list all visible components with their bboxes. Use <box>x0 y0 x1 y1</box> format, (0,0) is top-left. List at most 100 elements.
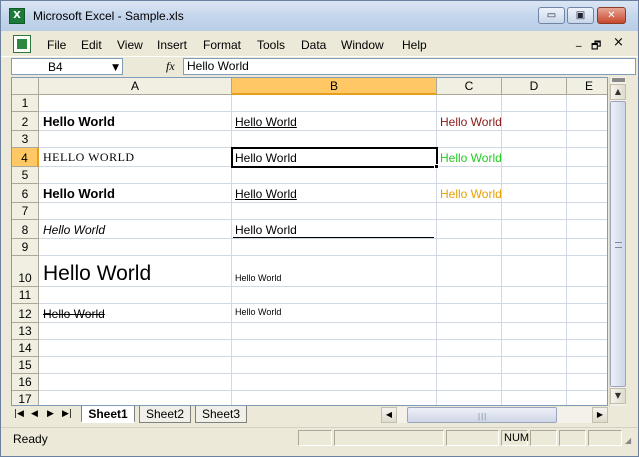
menu-bar: File Edit View Insert Format Tools Data … <box>1 31 638 57</box>
cell-a4[interactable]: HELLO WORLD <box>40 148 135 167</box>
row-header-1[interactable]: 1 <box>12 95 39 112</box>
name-box-value: B4 <box>48 60 63 74</box>
row-header-17[interactable]: 17 <box>12 391 39 405</box>
grip-icon <box>615 242 622 248</box>
doc-close-button[interactable]: × <box>613 35 624 50</box>
minimize-button[interactable]: ▭ <box>538 7 565 24</box>
horizontal-scrollbar[interactable]: ◀ ||| ▶ <box>381 407 608 423</box>
first-sheet-icon[interactable]: |◀ <box>14 409 24 419</box>
doc-minimize-button[interactable]: _ <box>576 34 582 47</box>
horizontal-scroll-thumb[interactable]: ||| <box>407 407 557 423</box>
gridline <box>566 95 567 405</box>
row-header-2[interactable]: 2 <box>12 112 39 131</box>
row-header-16[interactable]: 16 <box>12 374 39 391</box>
status-ready: Ready <box>13 432 48 446</box>
tab-sheet2[interactable]: Sheet2 <box>139 406 191 423</box>
excel-app-icon[interactable]: X <box>9 8 25 24</box>
gridline <box>39 373 607 374</box>
close-button[interactable]: ✕ <box>597 7 626 24</box>
cell-b12[interactable]: Hello World <box>232 300 281 319</box>
menu-insert[interactable]: Insert <box>157 38 187 52</box>
status-panel <box>334 430 444 446</box>
worksheet-grid[interactable]: A B C D E 1 2 3 4 5 6 7 8 9 10 11 12 13 … <box>11 77 608 406</box>
doc-restore-button[interactable]: 🗗 <box>591 37 601 56</box>
name-box[interactable]: B4 ▼ <box>11 58 123 75</box>
cell-a10[interactable]: Hello World <box>40 256 151 287</box>
cell-b10[interactable]: Hello World <box>232 256 281 287</box>
row-header-9[interactable]: 9 <box>12 239 39 256</box>
status-panel <box>588 430 622 446</box>
column-header-c[interactable]: C <box>437 78 502 95</box>
column-header-b[interactable]: B <box>232 78 437 95</box>
formula-input[interactable]: Hello World <box>183 58 636 75</box>
status-panel <box>530 430 557 446</box>
next-sheet-icon[interactable]: ▶ <box>47 409 54 419</box>
row-header-15[interactable]: 15 <box>12 357 39 374</box>
menu-data[interactable]: Data <box>301 38 326 52</box>
status-bar: Ready NUM ◢ <box>1 427 638 449</box>
cell-a12[interactable]: Hello World <box>40 304 105 323</box>
maximize-button[interactable]: ▣ <box>567 7 594 24</box>
fx-icon[interactable]: fx <box>166 59 175 74</box>
menu-view[interactable]: View <box>117 38 143 52</box>
gridline <box>436 95 437 405</box>
excel-window: X Microsoft Excel - Sample.xls ▭ ▣ ✕ Fil… <box>0 0 639 457</box>
row-header-7[interactable]: 7 <box>12 203 39 220</box>
cell-a2[interactable]: Hello World <box>40 112 115 131</box>
cell-a8[interactable]: Hello World <box>40 220 105 239</box>
resize-grip-icon[interactable]: ◢ <box>625 436 631 445</box>
menu-help[interactable]: Help <box>402 38 427 52</box>
gridline <box>39 339 607 340</box>
window-title: Microsoft Excel - Sample.xls <box>33 9 184 23</box>
row-header-4[interactable]: 4 <box>12 148 39 167</box>
cell-b2[interactable]: Hello World <box>232 112 297 131</box>
row-header-5[interactable]: 5 <box>12 167 39 184</box>
row-header-10[interactable]: 10 <box>12 256 39 287</box>
cell-b6[interactable]: Hello World <box>232 184 297 203</box>
gridline <box>39 390 607 391</box>
row-header-13[interactable]: 13 <box>12 323 39 340</box>
title-bar[interactable]: X Microsoft Excel - Sample.xls ▭ ▣ ✕ <box>1 1 638 31</box>
chevron-down-icon[interactable]: ▼ <box>112 63 119 73</box>
gridline <box>39 202 607 203</box>
gridline <box>39 111 607 112</box>
menu-window[interactable]: Window <box>341 38 384 52</box>
row-header-3[interactable]: 3 <box>12 131 39 148</box>
tab-sheet3[interactable]: Sheet3 <box>195 406 247 423</box>
prev-sheet-icon[interactable]: ◀ <box>31 409 38 419</box>
vertical-scroll-thumb[interactable] <box>610 101 626 387</box>
cell-a6[interactable]: Hello World <box>40 184 115 203</box>
scroll-right-icon[interactable]: ▶ <box>592 407 608 423</box>
column-header-d[interactable]: D <box>502 78 567 95</box>
column-header-a[interactable]: A <box>39 78 232 95</box>
row-header-8[interactable]: 8 <box>12 220 39 239</box>
scroll-up-icon[interactable]: ▲ <box>610 84 626 100</box>
menu-tools[interactable]: Tools <box>257 38 285 52</box>
select-all-corner[interactable] <box>12 78 39 95</box>
split-handle[interactable] <box>612 78 625 82</box>
tab-sheet1[interactable]: Sheet1 <box>81 406 135 423</box>
cell-c6[interactable]: Hello World <box>437 184 502 203</box>
status-panel <box>298 430 332 446</box>
fill-handle[interactable] <box>434 164 439 169</box>
row-header-6[interactable]: 6 <box>12 184 39 203</box>
scroll-down-icon[interactable]: ▼ <box>610 388 626 404</box>
row-header-14[interactable]: 14 <box>12 340 39 357</box>
row-header-12[interactable]: 12 <box>12 304 39 323</box>
status-num-indicator: NUM <box>501 430 529 446</box>
row-header-11[interactable]: 11 <box>12 287 39 304</box>
column-header-e[interactable]: E <box>567 78 607 95</box>
gridline <box>39 303 607 304</box>
workbook-icon[interactable] <box>13 35 31 53</box>
gridline <box>231 95 232 405</box>
sheet-tab-bar: |◀ ◀ ▶ ▶| Sheet1 Sheet2 Sheet3 ◀ ||| ▶ <box>11 406 626 424</box>
cell-c4[interactable]: Hello World <box>437 148 502 167</box>
cell-c2[interactable]: Hello World <box>437 112 502 131</box>
last-sheet-icon[interactable]: ▶| <box>62 409 72 419</box>
status-panel <box>559 430 586 446</box>
scroll-left-icon[interactable]: ◀ <box>381 407 397 423</box>
menu-edit[interactable]: Edit <box>81 38 102 52</box>
vertical-scrollbar[interactable]: ▲ ▼ <box>609 77 626 406</box>
menu-format[interactable]: Format <box>203 38 241 52</box>
menu-file[interactable]: File <box>47 38 66 52</box>
